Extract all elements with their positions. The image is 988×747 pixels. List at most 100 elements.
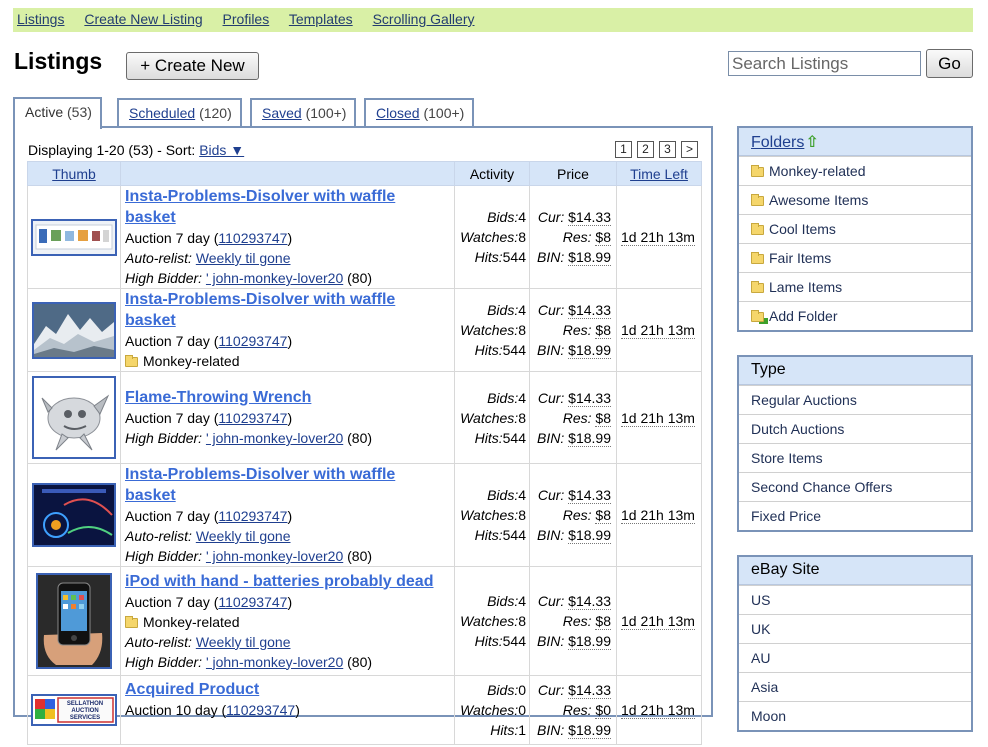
table-row: Insta-Problems-Disolver with waffle bask… (27, 463, 702, 567)
autorelist-link[interactable]: Weekly til gone (196, 528, 291, 544)
listing-title-link[interactable]: Insta-Problems-Disolver with waffle bask… (125, 188, 395, 226)
listing-title-link[interactable]: Insta-Problems-Disolver with waffle bask… (125, 291, 395, 329)
top-navigation: Listings Create New Listing Profiles Tem… (13, 8, 973, 32)
time-left-sort-link[interactable]: Time Left (630, 166, 688, 182)
folder-item-lame-items[interactable]: Lame Items (739, 272, 971, 301)
sort-dropdown[interactable]: Bids ▼ (199, 142, 244, 158)
bids-value: 4 (518, 389, 526, 406)
hits-label: Hits: (474, 429, 503, 446)
tab-saved[interactable]: Saved (100+) (250, 98, 357, 127)
tab-active[interactable]: Active (53) (13, 97, 102, 129)
item-id-link[interactable]: 110293747 (218, 333, 287, 349)
type-item-store-items[interactable]: Store Items (739, 443, 971, 472)
folder-icon (751, 252, 764, 264)
tab-closed[interactable]: Closed (100+) (364, 98, 475, 127)
activity-cell: Bids:4 Watches:8 Hits:544 (454, 371, 530, 464)
type-item-dutch-auctions[interactable]: Dutch Auctions (739, 414, 971, 443)
hits-label: Hits: (474, 527, 503, 543)
listing-thumbnail-image[interactable] (36, 573, 112, 669)
bids-label: Bids: (487, 593, 519, 609)
folder-item-fair-items[interactable]: Fair Items (739, 243, 971, 272)
listing-title-link[interactable]: Flame-Throwing Wrench (125, 389, 311, 406)
type-item-second-chance-offers[interactable]: Second Chance Offers (739, 472, 971, 501)
high-bidder-link[interactable]: ' john-monkey-lover20 (206, 654, 343, 670)
bidder-score: (80) (347, 653, 373, 670)
high-bidder-link[interactable]: ' john-monkey-lover20 (206, 548, 343, 564)
listing-thumbnail-image[interactable] (32, 483, 116, 547)
watches-label: Watches: (460, 322, 519, 338)
item-id-link[interactable]: 110293747 (226, 702, 295, 718)
watches-label: Watches: (460, 507, 519, 523)
nav-templates[interactable]: Templates (289, 11, 353, 27)
folders-title-link[interactable]: Folders (751, 134, 804, 151)
go-button[interactable]: Go (926, 49, 973, 78)
hits-label: Hits: (490, 722, 519, 738)
activity-cell: Bids:4 Watches:8 Hits:544 (454, 288, 530, 372)
time-left-value: 1d 21h 13m (621, 613, 695, 630)
item-id-link[interactable]: 110293747 (218, 594, 287, 610)
column-header-activity: Activity (454, 161, 530, 186)
listing-thumbnail-image[interactable] (32, 301, 116, 359)
nav-scrolling-gallery[interactable]: Scrolling Gallery (373, 11, 475, 27)
tab-saved-count: (100+) (305, 105, 347, 121)
item-id-link[interactable]: 110293747 (218, 410, 287, 426)
high-bidder-link[interactable]: ' john-monkey-lover20 (206, 430, 343, 446)
info-cell: Acquired Product Auction 10 day (1102937… (120, 675, 455, 745)
display-count-text: Displaying 1-20 (53) - Sort: (28, 142, 196, 158)
item-id-link[interactable]: 110293747 (218, 230, 287, 246)
thumb-sort-link[interactable]: Thumb (52, 166, 96, 182)
autorelist-link[interactable]: Weekly til gone (196, 634, 291, 650)
listing-title-link[interactable]: iPod with hand - batteries probably dead (125, 573, 433, 590)
type-item-fixed-price[interactable]: Fixed Price (739, 501, 971, 530)
site-item-uk[interactable]: UK (739, 614, 971, 643)
page-2-button[interactable]: 2 (637, 141, 654, 158)
site-item-au[interactable]: AU (739, 643, 971, 672)
page-3-button[interactable]: 3 (659, 141, 676, 158)
listing-thumbnail-image[interactable] (31, 218, 117, 256)
site-item-asia[interactable]: Asia (739, 672, 971, 701)
folder-item-awesome-items[interactable]: Awesome Items (739, 185, 971, 214)
price-cell: Cur: $14.33 Res: $8 BIN: $18.99 (529, 566, 617, 676)
table-row: SELLATHON AUCTION SERVICES Acquired Prod… (27, 675, 702, 745)
activity-cell: Bids:4 Watches:8 Hits:544 (454, 566, 530, 676)
bin-price-label: BIN: (537, 429, 565, 446)
tab-scheduled[interactable]: Scheduled (120) (117, 98, 242, 127)
nav-create-new-listing[interactable]: Create New Listing (84, 11, 202, 27)
thumb-cell: SELLATHON AUCTION SERVICES (27, 675, 121, 745)
add-folder-button[interactable]: Add Folder (739, 301, 971, 330)
watches-value: 8 (518, 507, 526, 523)
nav-profiles[interactable]: Profiles (223, 11, 270, 27)
auction-close-paren: ) (287, 508, 293, 524)
column-header-time-left[interactable]: Time Left (616, 161, 702, 186)
autorelist-label: Auto-relist: (125, 633, 192, 650)
listing-thumbnail-image[interactable]: SELLATHON AUCTION SERVICES (31, 694, 117, 726)
up-arrow-icon[interactable]: ⇧ (805, 134, 818, 151)
time-left-value: 1d 21h 13m (621, 229, 695, 246)
search-input[interactable] (728, 51, 921, 76)
listing-title-link[interactable]: Insta-Problems-Disolver with waffle bask… (125, 466, 395, 504)
site-item-us[interactable]: US (739, 585, 971, 614)
logo-text-line-1: SELLATHON (67, 701, 103, 707)
type-item-regular-auctions[interactable]: Regular Auctions (739, 385, 971, 414)
tab-saved-label[interactable]: Saved (262, 105, 302, 121)
folders-header: Folders⇧ (739, 128, 971, 156)
site-item-moon[interactable]: Moon (739, 701, 971, 730)
tab-closed-label[interactable]: Closed (376, 105, 420, 121)
price-cell: Cur: $14.33 Res: $8 BIN: $18.99 (529, 185, 617, 289)
high-bidder-link[interactable]: ' john-monkey-lover20 (206, 270, 343, 286)
create-new-button[interactable]: + Create New (126, 52, 259, 80)
listing-title-link[interactable]: Acquired Product (125, 681, 259, 698)
nav-listings[interactable]: Listings (17, 11, 64, 27)
next-page-button[interactable]: > (681, 141, 698, 158)
page-1-button[interactable]: 1 (615, 141, 632, 158)
folder-item-cool-items[interactable]: Cool Items (739, 214, 971, 243)
tab-scheduled-label[interactable]: Scheduled (129, 105, 195, 121)
item-id-link[interactable]: 110293747 (218, 508, 287, 524)
column-header-thumb[interactable]: Thumb (27, 161, 121, 186)
bids-value: 4 (518, 209, 526, 225)
price-cell: Cur: $14.33 Res: $0 BIN: $18.99 (529, 675, 617, 745)
auction-type: Auction 7 day ( (125, 593, 219, 610)
autorelist-link[interactable]: Weekly til gone (196, 250, 291, 266)
listing-thumbnail-image[interactable] (32, 376, 116, 459)
folder-item-monkey-related[interactable]: Monkey-related (739, 156, 971, 185)
